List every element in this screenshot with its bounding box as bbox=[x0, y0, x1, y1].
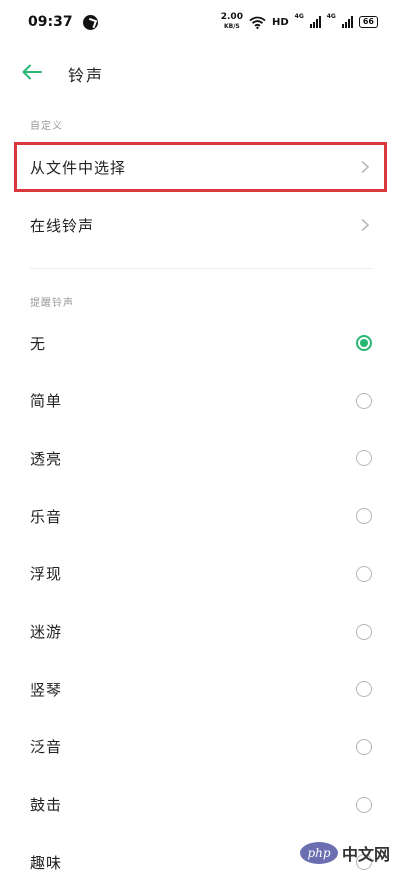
network-speed-unit: KB/S bbox=[223, 23, 240, 30]
status-time: 09:37 bbox=[28, 14, 73, 30]
page-header: 铃声 bbox=[0, 52, 400, 96]
signal-2-icon bbox=[341, 16, 353, 28]
ringtone-label: 无 bbox=[30, 334, 47, 353]
radio-unselected-icon[interactable] bbox=[356, 738, 372, 755]
radio-unselected-icon[interactable] bbox=[356, 508, 372, 525]
ringtone-label: 竖琴 bbox=[30, 680, 63, 699]
hd-badge: HD bbox=[271, 16, 289, 28]
section-label-system: 提醒铃声 bbox=[30, 298, 74, 309]
battery-level: 66 bbox=[362, 17, 374, 26]
watermark-text: 中文网 bbox=[341, 845, 390, 864]
radio-unselected-icon[interactable] bbox=[356, 565, 372, 582]
radio-unselected-icon[interactable] bbox=[356, 450, 372, 467]
site-watermark: php 中文网 bbox=[299, 841, 390, 865]
ringtone-label: 简单 bbox=[30, 392, 63, 411]
ringtone-row[interactable]: 泛音 bbox=[0, 722, 400, 772]
notification-app-icon bbox=[82, 14, 98, 30]
ringtone-label: 乐音 bbox=[30, 507, 63, 526]
status-bar: 09:37 2.00 KB/S HD 4G 4G 66 bbox=[0, 0, 400, 44]
ringtone-label: 趣味 bbox=[30, 853, 63, 872]
ringtone-label: 泛音 bbox=[30, 738, 63, 757]
ringtone-label: 鼓击 bbox=[30, 796, 63, 815]
signal-1-icon bbox=[309, 16, 321, 28]
online-ringtone-row[interactable]: 在线铃声 bbox=[0, 200, 400, 250]
radio-selected-icon[interactable] bbox=[356, 335, 372, 351]
wifi-icon bbox=[249, 16, 266, 29]
network-speed-value: 2.00 bbox=[220, 12, 243, 22]
watermark-logo: php bbox=[299, 842, 338, 864]
section-label-custom: 自定义 bbox=[30, 121, 63, 132]
ringtone-row[interactable]: 简单 bbox=[0, 376, 400, 426]
ringtone-row[interactable]: 无 bbox=[0, 318, 400, 368]
signal-1-tag: 4G bbox=[294, 13, 304, 20]
ringtone-row[interactable]: 竖琴 bbox=[0, 664, 400, 714]
radio-unselected-icon[interactable] bbox=[356, 796, 372, 813]
back-arrow-icon[interactable] bbox=[22, 64, 48, 84]
ringtone-row[interactable]: 浮现 bbox=[0, 549, 400, 599]
chevron-right-icon bbox=[361, 218, 370, 232]
ringtone-row[interactable]: 透亮 bbox=[0, 433, 400, 483]
radio-unselected-icon[interactable] bbox=[356, 681, 372, 698]
radio-unselected-icon[interactable] bbox=[356, 392, 372, 409]
ringtone-label: 浮现 bbox=[30, 565, 63, 584]
ringtone-row[interactable]: 鼓击 bbox=[0, 780, 400, 830]
network-speed: 2.00 KB/S bbox=[221, 13, 243, 31]
status-right: 2.00 KB/S HD 4G 4G 66 bbox=[221, 13, 378, 31]
radio-unselected-icon[interactable] bbox=[356, 623, 372, 640]
page-title: 铃声 bbox=[68, 66, 105, 85]
highlight-box bbox=[14, 142, 387, 192]
ringtone-label: 迷游 bbox=[30, 623, 63, 641]
battery-icon: 66 bbox=[358, 16, 378, 28]
signal-2-tag: 4G bbox=[326, 13, 336, 20]
online-ringtone-label: 在线铃声 bbox=[30, 216, 95, 235]
section-divider bbox=[30, 268, 372, 269]
ringtone-label: 透亮 bbox=[30, 449, 63, 468]
status-left: 09:37 bbox=[28, 14, 98, 30]
ringtone-row[interactable]: 迷游 bbox=[0, 607, 400, 657]
ringtone-row[interactable]: 乐音 bbox=[0, 491, 400, 541]
